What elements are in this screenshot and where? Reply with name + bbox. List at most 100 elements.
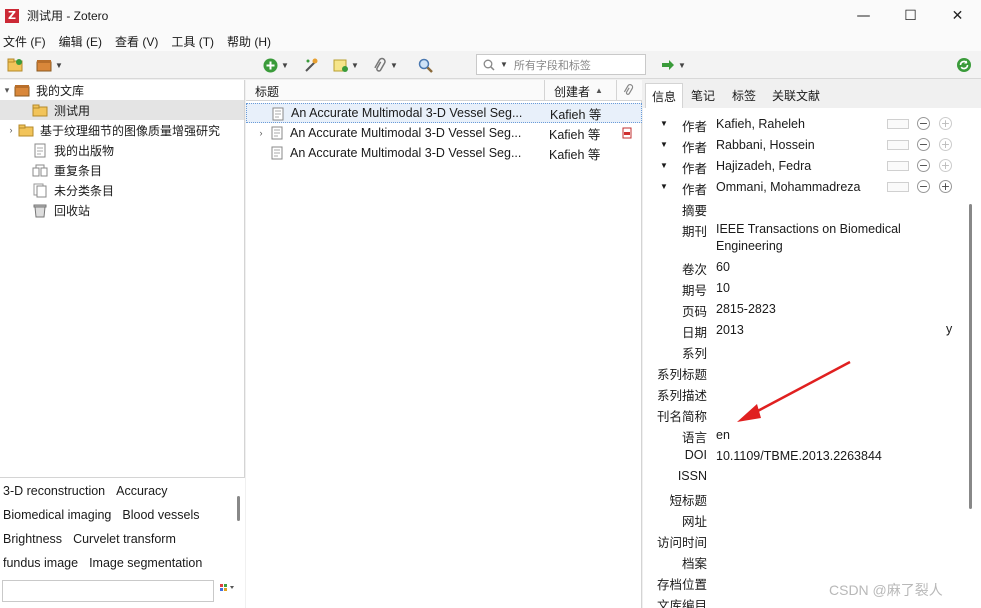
- collection-row-duplicates[interactable]: 重复条目: [0, 160, 244, 180]
- field-value[interactable]: 10.1109/TBME.2013.2263844: [716, 448, 916, 465]
- creator-name[interactable]: Kafieh, Raheleh: [716, 116, 916, 133]
- add-creator-icon[interactable]: +: [939, 180, 952, 193]
- field-value[interactable]: 2013: [716, 322, 916, 339]
- remove-creator-icon[interactable]: −: [917, 138, 930, 151]
- item-title: An Accurate Multimodal 3-D Vessel Seg...: [290, 126, 522, 140]
- tag-item[interactable]: Brightness: [3, 532, 62, 546]
- pdf-icon[interactable]: [622, 127, 632, 142]
- field-value[interactable]: 10: [716, 280, 916, 297]
- menu-view[interactable]: 查看 (V): [112, 33, 164, 50]
- tag-item[interactable]: Image segmentation: [89, 556, 202, 570]
- collection-label: 未分类条目: [54, 183, 115, 198]
- tab-info[interactable]: 信息: [645, 83, 684, 108]
- menu-edit[interactable]: 编辑 (E): [56, 33, 108, 50]
- add-attachment-button[interactable]: ▼: [373, 56, 398, 74]
- field-value[interactable]: 2815-2823: [716, 301, 916, 318]
- journal-article-icon: [272, 107, 284, 124]
- search-input[interactable]: ▼ 所有字段和标签: [476, 54, 646, 75]
- expand-twisty-icon[interactable]: ›: [254, 128, 268, 138]
- tag-selector: 3-D reconstruction Accuracy Biomedical im…: [0, 477, 245, 608]
- column-title[interactable]: 标题: [255, 83, 279, 100]
- name-mode-switch[interactable]: [887, 139, 909, 150]
- tag-item[interactable]: 3-D reconstruction: [3, 484, 105, 498]
- creator-type-label[interactable]: 作者: [682, 179, 707, 198]
- menu-file[interactable]: 文件 (F): [0, 33, 52, 50]
- field-value[interactable]: IEEE Transactions on Biomedical Engineer…: [716, 221, 916, 255]
- new-collection-button[interactable]: [7, 56, 23, 74]
- sort-ascending-icon: ▲: [595, 86, 603, 95]
- expand-twisty-icon[interactable]: ›: [4, 125, 18, 135]
- name-mode-switch[interactable]: [887, 181, 909, 192]
- magic-wand-icon: [305, 58, 318, 72]
- creator-type-label[interactable]: 作者: [682, 116, 707, 135]
- creator-type-dropdown-icon[interactable]: ▼: [660, 182, 668, 191]
- add-creator-icon[interactable]: +: [939, 159, 952, 172]
- advanced-search-button[interactable]: [418, 56, 433, 74]
- search-icon: [483, 59, 495, 71]
- remove-creator-icon[interactable]: −: [917, 117, 930, 130]
- field-value[interactable]: en: [716, 427, 916, 444]
- tag-item[interactable]: fundus image: [3, 556, 78, 570]
- remove-creator-icon[interactable]: −: [917, 159, 930, 172]
- attachment-column-icon[interactable]: [623, 83, 635, 99]
- tab-related[interactable]: 关联文献: [766, 83, 826, 108]
- collection-label: 我的出版物: [54, 143, 115, 158]
- add-creator-icon[interactable]: +: [939, 138, 952, 151]
- field-label: DOI: [684, 448, 707, 462]
- tab-notes[interactable]: 笔记: [685, 83, 721, 108]
- creator-name[interactable]: Hajizadeh, Fedra: [716, 158, 916, 175]
- item-pane-scrollbar[interactable]: [969, 204, 972, 509]
- item-title: An Accurate Multimodal 3-D Vessel Seg...: [290, 146, 522, 160]
- remove-creator-icon[interactable]: −: [917, 180, 930, 193]
- collection-label: 回收站: [54, 203, 91, 218]
- collection-row-publications[interactable]: 我的出版物: [0, 140, 244, 160]
- new-item-button[interactable]: ▼: [263, 56, 289, 74]
- minimize-button[interactable]: —: [840, 0, 887, 31]
- creator-type-dropdown-icon[interactable]: ▼: [660, 161, 668, 170]
- item-row[interactable]: An Accurate Multimodal 3-D Vessel Seg...…: [246, 103, 642, 123]
- collection-row-trash[interactable]: 回收站: [0, 200, 244, 220]
- tag-item[interactable]: Blood vessels: [122, 508, 199, 522]
- library-menu-button[interactable]: ▼: [36, 56, 63, 74]
- tab-tags[interactable]: 标签: [726, 83, 762, 108]
- collection-row-unfiled[interactable]: 未分类条目: [0, 180, 244, 200]
- tag-actions-button[interactable]: [220, 584, 238, 596]
- tag-item[interactable]: Accuracy: [116, 484, 167, 498]
- creator-type-label[interactable]: 作者: [682, 137, 707, 156]
- close-button[interactable]: ✕: [934, 0, 981, 31]
- title-bar: Z 测试用 - Zotero — ☐ ✕: [0, 0, 981, 31]
- magnifier-icon: [418, 58, 433, 73]
- tag-filter-input[interactable]: [2, 580, 214, 602]
- collapse-twisty-icon[interactable]: ▾: [0, 85, 14, 96]
- search-mode-dropdown-icon[interactable]: ▼: [500, 60, 508, 69]
- sync-button[interactable]: [956, 56, 972, 74]
- creator-type-dropdown-icon[interactable]: ▼: [660, 119, 668, 128]
- column-creator[interactable]: 创建者: [554, 83, 590, 100]
- item-row[interactable]: › An Accurate Multimodal 3-D Vessel Seg.…: [246, 123, 642, 143]
- tag-scrollbar[interactable]: [237, 496, 240, 521]
- creator-type-label[interactable]: 作者: [682, 158, 707, 177]
- collection-row-test[interactable]: 测试用: [0, 100, 244, 120]
- locate-button[interactable]: ▼: [661, 56, 686, 74]
- name-mode-switch[interactable]: [887, 118, 909, 129]
- tag-item[interactable]: Curvelet transform: [73, 532, 176, 546]
- field-value[interactable]: 60: [716, 259, 916, 276]
- maximize-button[interactable]: ☐: [887, 0, 934, 31]
- item-row[interactable]: An Accurate Multimodal 3-D Vessel Seg...…: [246, 143, 642, 163]
- creator-name[interactable]: Rabbani, Hossein: [716, 137, 916, 154]
- field-label: 档案: [681, 557, 707, 571]
- name-mode-switch[interactable]: [887, 160, 909, 171]
- menu-help[interactable]: 帮助 (H): [224, 33, 277, 50]
- creator-name[interactable]: Ommani, Mohammadreza: [716, 179, 916, 196]
- add-creator-icon[interactable]: +: [939, 117, 952, 130]
- field-label: 语言: [681, 431, 707, 445]
- tag-item[interactable]: Biomedical imaging: [3, 508, 111, 522]
- new-note-button[interactable]: ▼: [333, 56, 359, 74]
- field-label: 访问时间: [656, 536, 707, 550]
- collection-row-library[interactable]: ▾ 我的文库: [0, 80, 244, 100]
- field-label: 系列描述: [656, 389, 707, 403]
- collection-row-texture-research[interactable]: › 基于纹理细节的图像质量增强研究: [0, 120, 244, 140]
- menu-tools[interactable]: 工具 (T): [168, 33, 220, 50]
- add-by-identifier-button[interactable]: [303, 56, 319, 74]
- creator-type-dropdown-icon[interactable]: ▼: [660, 140, 668, 149]
